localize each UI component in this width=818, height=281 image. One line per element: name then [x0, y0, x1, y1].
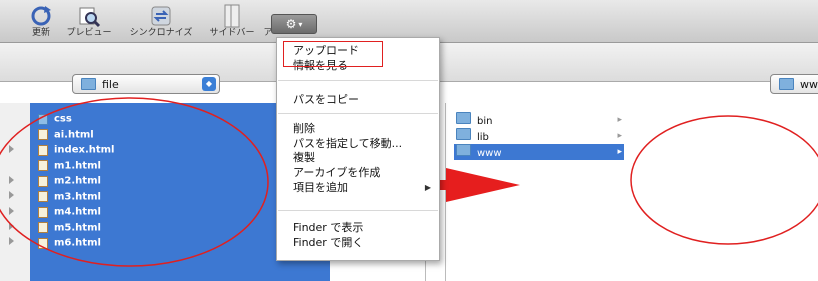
- menu-item-label: アーカイブを作成: [293, 166, 381, 179]
- menu-item[interactable]: Finder で開く: [277, 236, 439, 250]
- menu-item[interactable]: 削除: [277, 122, 439, 136]
- target-ellipse: [630, 115, 818, 245]
- menu-item[interactable]: 項目を追加 ▶: [277, 181, 439, 195]
- menu-item-label: 複製: [293, 151, 315, 164]
- menu-item[interactable]: 複製: [277, 151, 439, 165]
- upload-highlight-box: [283, 41, 383, 67]
- menu-item[interactable]: パスをコピー: [277, 93, 439, 107]
- menu-item-label: Finder で表示: [293, 221, 364, 234]
- menu-item[interactable]: アーカイブを作成: [277, 166, 439, 180]
- menu-item[interactable]: Finder で表示: [277, 221, 439, 235]
- context-menu: アップロード 情報を見る パスをコピー 削除 パスを指定して移動... 複製 アーカイブを作…: [276, 37, 440, 261]
- menu-item-label: Finder で開く: [293, 236, 364, 249]
- menu-separator: [278, 210, 438, 211]
- menu-item[interactable]: パスを指定して移動...: [277, 137, 439, 151]
- menu-item-label: パスを指定して移動...: [293, 137, 403, 150]
- menu-separator: [278, 113, 438, 114]
- selection-ellipse: [0, 97, 269, 267]
- submenu-arrow-icon: ▶: [424, 183, 431, 192]
- menu-separator: [278, 80, 438, 81]
- menu-item-label: 削除: [293, 122, 315, 135]
- menu-item-label: 項目を追加: [293, 181, 348, 194]
- menu-item-label: パスをコピー: [293, 93, 359, 106]
